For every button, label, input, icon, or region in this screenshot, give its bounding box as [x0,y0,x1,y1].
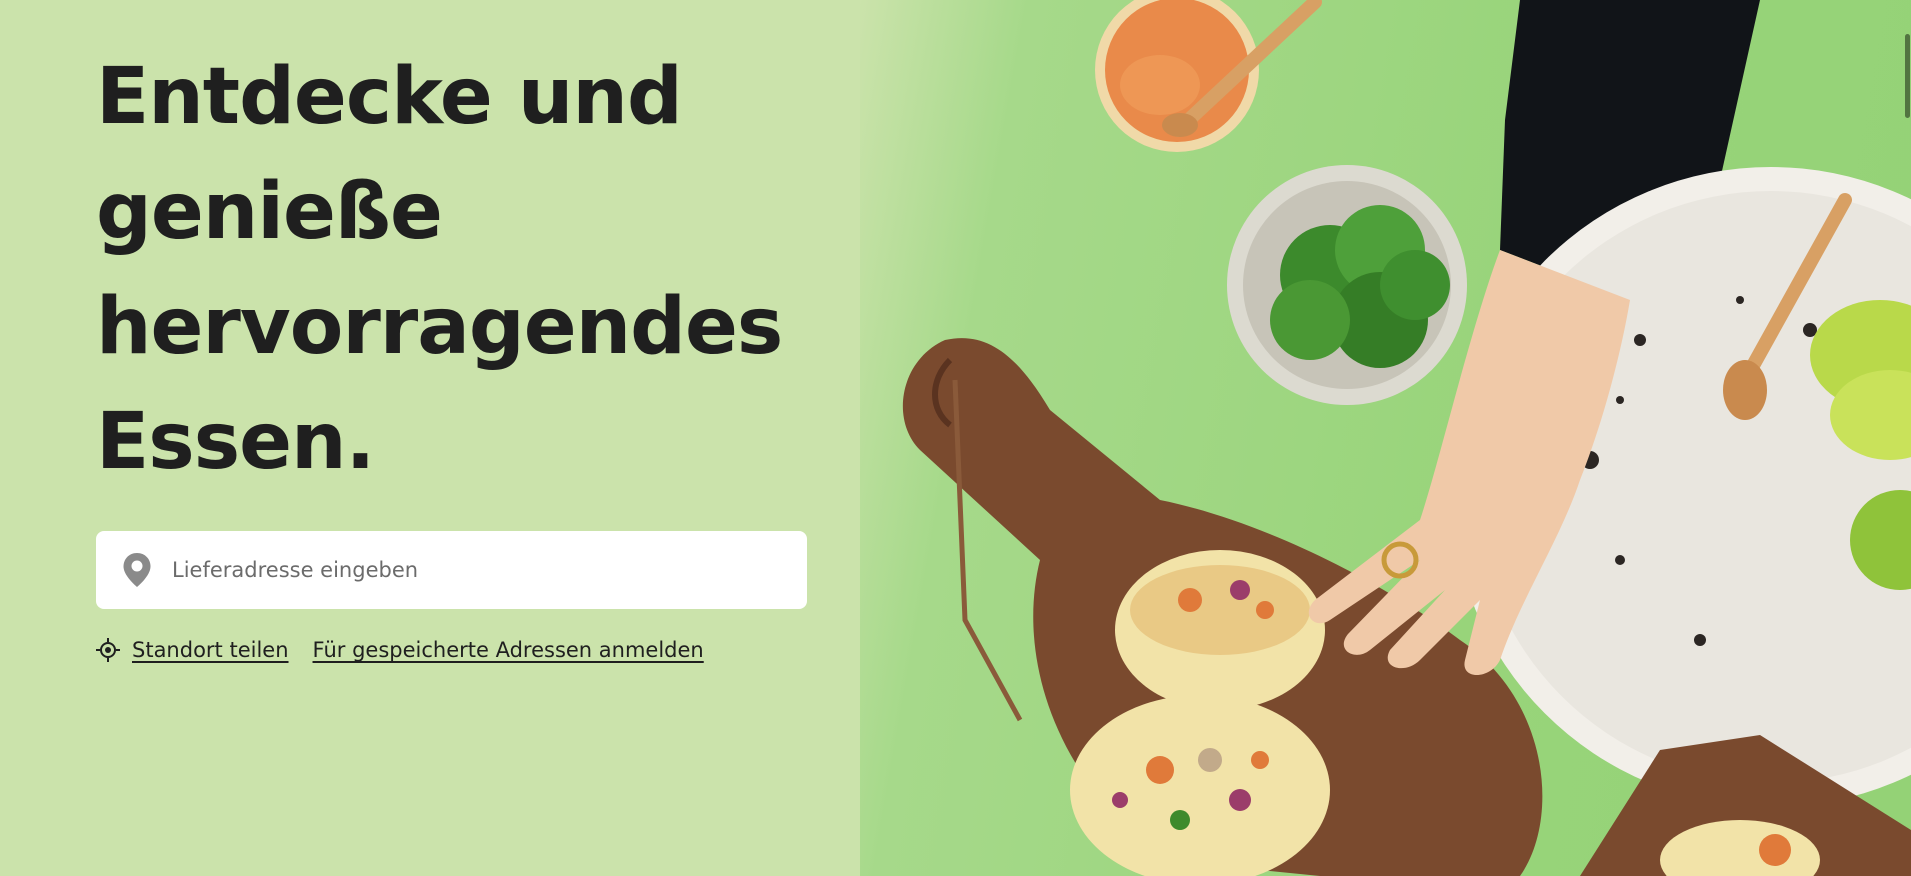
crosshair-icon[interactable] [96,638,120,662]
headline-line-3: hervorragendes [96,282,783,372]
landing-page: Entdecke und genieße hervorragendes Esse… [0,0,1911,876]
scrollbar[interactable] [1903,0,1911,876]
delivery-address-input[interactable] [170,549,774,591]
hero-section: Entdecke und genieße hervorragendes Esse… [96,40,816,500]
food-illustration [902,0,1911,876]
sauce-bowl [1095,0,1322,152]
scrollbar-thumb[interactable] [1905,34,1910,118]
share-location-link[interactable]: Standort teilen [132,638,289,662]
headline-line-1: Entdecke und [96,52,683,142]
food-hero-image [860,0,1911,876]
location-links: Standort teilen Für gespeicherte Adresse… [96,638,704,662]
address-search-box[interactable] [96,531,807,609]
headline-line-2: genieße [96,167,443,257]
location-pin-icon [122,552,152,588]
herb-bowl [1227,165,1467,405]
saved-addresses-login-link[interactable]: Für gespeicherte Adressen anmelden [313,638,704,662]
headline-line-4: Essen. [96,397,375,487]
hero-headline: Entdecke und genieße hervorragendes Esse… [96,40,816,500]
